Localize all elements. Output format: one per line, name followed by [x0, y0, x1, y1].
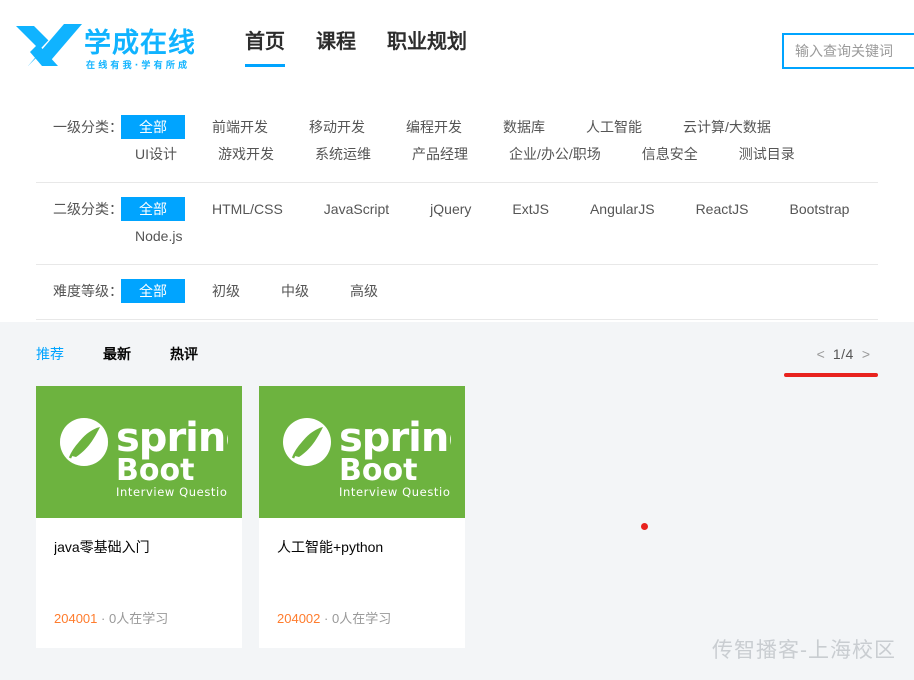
spring-boot-logo-icon: spring Boot Interview Questions — [283, 415, 451, 499]
main-nav: 首页 课程 职业规划 — [245, 30, 498, 67]
course-card-body: 人工智能+python 204002 · 0人在学习 — [259, 518, 465, 648]
course-card[interactable]: spring Boot Interview Questions java零基础入… — [36, 386, 242, 648]
filter-options-difficulty: 全部 初级 中级 高级 — [121, 279, 878, 306]
nav-item-home[interactable]: 首页 — [245, 30, 285, 67]
filter-option-ui-design[interactable]: UI设计 — [121, 142, 191, 166]
pagination-next-icon[interactable]: > — [854, 346, 878, 362]
course-meta-separator: · — [101, 611, 106, 626]
svg-text:在线有我·学有所成: 在线有我·学有所成 — [86, 59, 190, 71]
search-input[interactable] — [784, 35, 914, 67]
sort-tabs: 推荐 最新 热评 — [36, 344, 237, 364]
filter-option-programming[interactable]: 编程开发 — [392, 115, 476, 139]
nav-item-courses[interactable]: 课程 — [316, 30, 356, 64]
pagination: < 1/4 > — [784, 346, 878, 377]
pagination-prev-icon[interactable]: < — [809, 346, 833, 362]
filter-option-reactjs[interactable]: ReactJS — [682, 197, 763, 221]
filter-row-primary-category: 一级分类： 全部 前端开发 移动开发 编程开发 数据库 人工智能 云计算/大数据… — [36, 101, 878, 183]
filter-options-primary: 全部 前端开发 移动开发 编程开发 数据库 人工智能 云计算/大数据 UI设计 … — [121, 115, 878, 169]
filter-option-bootstrap[interactable]: Bootstrap — [775, 197, 863, 221]
course-learner-count: 0人在学习 — [108, 611, 169, 626]
filter-option-office[interactable]: 企业/办公/职场 — [495, 142, 615, 166]
spring-boot-logo-icon: spring Boot Interview Questions — [60, 415, 228, 499]
filter-option-sysops[interactable]: 系统运维 — [301, 142, 385, 166]
filter-option-angularjs[interactable]: AngularJS — [576, 197, 669, 221]
search-box[interactable] — [782, 33, 914, 69]
cursor-marker — [641, 523, 648, 530]
svg-text:Boot: Boot — [116, 453, 194, 488]
site-logo[interactable]: 学成在线 在线有我·学有所成 — [14, 22, 194, 74]
filter-option-level-advanced[interactable]: 高级 — [336, 279, 392, 303]
sort-tab-newest[interactable]: 最新 — [103, 344, 131, 364]
content-header: 推荐 最新 热评 < 1/4 > — [36, 322, 878, 386]
filter-option-game-dev[interactable]: 游戏开发 — [204, 142, 288, 166]
course-code: 204001 — [54, 611, 98, 626]
site-header: 学成在线 在线有我·学有所成 首页 课程 职业规划 — [0, 0, 914, 101]
svg-text:Boot: Boot — [339, 453, 417, 488]
course-code: 204002 — [277, 611, 321, 626]
filter-option-level-all[interactable]: 全部 — [121, 279, 185, 303]
filter-option-product-manager[interactable]: 产品经理 — [398, 142, 482, 166]
course-thumbnail: spring Boot Interview Questions — [259, 386, 465, 518]
filter-option-nodejs[interactable]: Node.js — [121, 224, 196, 248]
filter-label-difficulty: 难度等级： — [53, 283, 123, 299]
filter-row-secondary-category: 二级分类： 全部 HTML/CSS JavaScript jQuery ExtJ… — [36, 183, 878, 265]
pagination-highlight-underline — [784, 373, 878, 377]
filter-panel: 一级分类： 全部 前端开发 移动开发 编程开发 数据库 人工智能 云计算/大数据… — [0, 101, 914, 322]
filter-option-level-beginner[interactable]: 初级 — [198, 279, 254, 303]
filter-option-database[interactable]: 数据库 — [489, 115, 559, 139]
filter-option-extjs[interactable]: ExtJS — [498, 197, 563, 221]
course-learner-count: 0人在学习 — [331, 611, 392, 626]
course-title: java零基础入门 — [54, 539, 150, 555]
course-card-grid: spring Boot Interview Questions java零基础入… — [36, 386, 878, 648]
filter-option-all[interactable]: 全部 — [121, 115, 185, 139]
course-meta: 204001 · 0人在学习 — [54, 608, 224, 627]
filter-option-jquery[interactable]: jQuery — [416, 197, 485, 221]
filter-option-mobile[interactable]: 移动开发 — [295, 115, 379, 139]
filter-option-javascript[interactable]: JavaScript — [310, 197, 403, 221]
svg-text:学成在线: 学成在线 — [84, 27, 194, 59]
filter-option-htmlcss[interactable]: HTML/CSS — [198, 197, 297, 221]
pagination-count: 1/4 — [832, 346, 854, 362]
filter-label-secondary: 二级分类： — [53, 201, 123, 217]
filter-option-sub-all[interactable]: 全部 — [121, 197, 185, 221]
course-title: 人工智能+python — [277, 539, 384, 555]
filter-option-ai[interactable]: 人工智能 — [572, 115, 656, 139]
filter-option-test-catalog[interactable]: 测试目录 — [725, 142, 809, 166]
filter-option-cloud-bigdata[interactable]: 云计算/大数据 — [669, 115, 785, 139]
sort-tab-recommended[interactable]: 推荐 — [36, 344, 64, 364]
page-root: 学成在线 在线有我·学有所成 首页 课程 职业规划 一级分类： 全部 前端开发 … — [0, 0, 914, 680]
filter-options-secondary: 全部 HTML/CSS JavaScript jQuery ExtJS Angu… — [121, 197, 878, 251]
course-meta-separator: · — [324, 611, 329, 626]
course-content: 推荐 最新 热评 < 1/4 > sprin Boot Interview Qu… — [0, 322, 914, 680]
filter-row-difficulty: 难度等级： 全部 初级 中级 高级 — [36, 265, 878, 320]
sort-tab-popular[interactable]: 热评 — [170, 344, 198, 364]
svg-text:Interview Questions: Interview Questions — [116, 485, 228, 499]
course-meta: 204002 · 0人在学习 — [277, 608, 447, 627]
nav-item-career[interactable]: 职业规划 — [387, 30, 467, 64]
course-thumbnail: spring Boot Interview Questions — [36, 386, 242, 518]
filter-option-infosec[interactable]: 信息安全 — [628, 142, 712, 166]
filter-option-frontend[interactable]: 前端开发 — [198, 115, 282, 139]
filter-option-level-intermediate[interactable]: 中级 — [267, 279, 323, 303]
course-card-body: java零基础入门 204001 · 0人在学习 — [36, 518, 242, 648]
filter-label-primary: 一级分类： — [53, 119, 123, 135]
course-card[interactable]: spring Boot Interview Questions 人工智能+pyt… — [259, 386, 465, 648]
svg-text:Interview Questions: Interview Questions — [339, 485, 451, 499]
x-logo-icon: 学成在线 在线有我·学有所成 — [16, 24, 194, 71]
